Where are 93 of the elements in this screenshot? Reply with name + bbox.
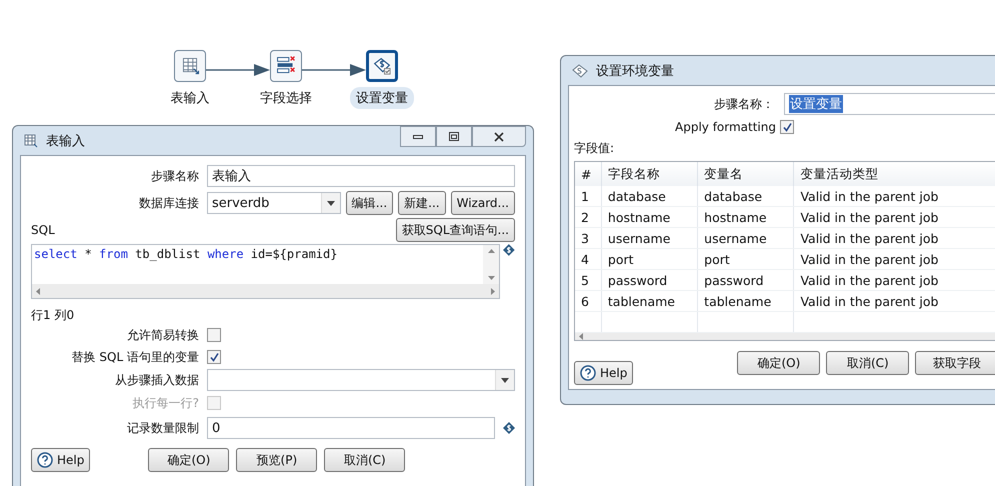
scroll-left-icon[interactable] (579, 333, 583, 340)
cursor-position: 行1 列0 (31, 307, 76, 324)
table-icon (182, 58, 200, 74)
maximize-icon (449, 132, 459, 141)
connection-button[interactable]: Wizard... (450, 191, 515, 215)
hop-arrow (206, 64, 270, 76)
hop-arrow (302, 64, 366, 76)
field-select-icon (277, 56, 296, 74)
option-label: Apply formatting (674, 120, 776, 134)
option-label: 替换 SQL 语句里的变量 (70, 348, 199, 366)
table-cell: tablename (698, 290, 794, 312)
get-sql-button[interactable]: 获取SQL查询语句... (396, 218, 515, 242)
table-cell: hostname (698, 206, 794, 228)
connection-dropdown[interactable]: serverdb (207, 192, 341, 214)
step-label: 表输入 (170, 90, 210, 108)
table-cell: hostname (601, 206, 698, 228)
dialog-button[interactable]: 取消(C) (826, 351, 910, 375)
dropdown-caret-icon (326, 200, 335, 206)
connection-button[interactable]: 编辑... (346, 191, 394, 215)
scroll-left-icon[interactable] (36, 288, 40, 294)
help-button[interactable]: Help (31, 448, 90, 472)
option-label: 记录数量限制 (126, 420, 199, 436)
table-cell: Valid in the parent job (794, 186, 995, 206)
variable-icon (503, 244, 515, 256)
connection-button[interactable]: 新建... (398, 191, 446, 215)
minimize-button[interactable] (400, 126, 436, 147)
table-cell: Valid in the parent job (794, 290, 995, 312)
column-header[interactable]: # (575, 162, 602, 186)
scroll-down-icon[interactable] (488, 276, 495, 280)
dialog-button[interactable]: 预览(P) (236, 448, 318, 472)
table-cell: 2 (575, 206, 602, 228)
step-label: 字段选择 (259, 90, 313, 108)
set-variable-icon (374, 58, 391, 75)
option-label: 从步骤插入数据 (114, 372, 199, 388)
table-cell: username (601, 228, 698, 248)
close-button[interactable] (472, 126, 526, 147)
table-cell: Valid in the parent job (794, 270, 995, 290)
table-cell: port (601, 248, 698, 270)
field-label: 数据库连接 (138, 194, 199, 212)
column-header[interactable]: 变量活动类型 (794, 162, 995, 186)
help-icon (37, 452, 53, 468)
sql-text: select * from tb_dblist where id=${pramid} (33, 246, 338, 263)
column-header[interactable]: 字段名称 (601, 162, 698, 186)
table-cell: Valid in the parent job (794, 206, 995, 228)
table-cell: 3 (575, 228, 602, 248)
close-icon (494, 132, 504, 142)
step-node[interactable] (270, 50, 302, 82)
option-label: 执行每一行? (132, 394, 199, 412)
column-header[interactable]: 变量名 (698, 162, 794, 186)
dialog-button[interactable]: 确定(O) (737, 351, 820, 375)
dialog-button[interactable]: 取消(C) (324, 448, 406, 472)
maximize-button[interactable] (436, 126, 472, 147)
table-cell: database (601, 186, 698, 206)
dialog-button[interactable]: 确定(O) (148, 448, 230, 472)
table-cell: password (698, 270, 794, 290)
table-cell: username (698, 228, 794, 248)
sql-editor[interactable]: select * from tb_dblist where id=${pramid} (31, 244, 500, 299)
step-label: 设置变量 (350, 87, 414, 109)
checkbox[interactable] (780, 120, 794, 134)
scroll-up-icon[interactable] (488, 249, 495, 253)
table-cell: database (698, 186, 794, 206)
variable-icon (503, 422, 515, 434)
table-cell: 4 (575, 248, 602, 270)
dropdown-caret-icon (501, 378, 509, 382)
help-icon (580, 365, 596, 381)
minimize-icon (413, 134, 423, 138)
table-icon (24, 134, 38, 148)
scroll-right-icon[interactable] (491, 288, 496, 294)
table-cell: port (698, 248, 794, 270)
help-button[interactable]: Help (574, 361, 634, 385)
field-label: 步骤名称 (150, 168, 199, 184)
set-variable-icon (572, 64, 588, 78)
table-cell: 6 (575, 290, 602, 312)
table-cell: 1 (575, 186, 602, 206)
field-label: 步骤名称： (713, 96, 774, 112)
table-cell: tablename (601, 290, 698, 312)
step-node[interactable] (174, 50, 206, 82)
window-title: 表输入 (46, 132, 85, 150)
step-node[interactable] (366, 50, 398, 82)
table-cell: 5 (575, 270, 602, 290)
step-name-field[interactable]: 设置变量 (784, 93, 995, 115)
window-title: 设置环境变量 (596, 62, 674, 80)
table-cell: Valid in the parent job (794, 248, 995, 270)
sql-label: SQL (31, 223, 55, 237)
section-label: 字段值: (574, 140, 616, 157)
step-name-field[interactable]: 表输入 (207, 165, 515, 187)
option-label: 允许简易转换 (126, 326, 199, 344)
limit-field[interactable]: 0 (207, 417, 495, 439)
checkbox[interactable] (207, 328, 221, 342)
checkbox[interactable] (207, 350, 221, 364)
table-cell: password (601, 270, 698, 290)
dialog-button[interactable]: 获取字段 (915, 351, 995, 375)
table-cell: Valid in the parent job (794, 228, 995, 248)
